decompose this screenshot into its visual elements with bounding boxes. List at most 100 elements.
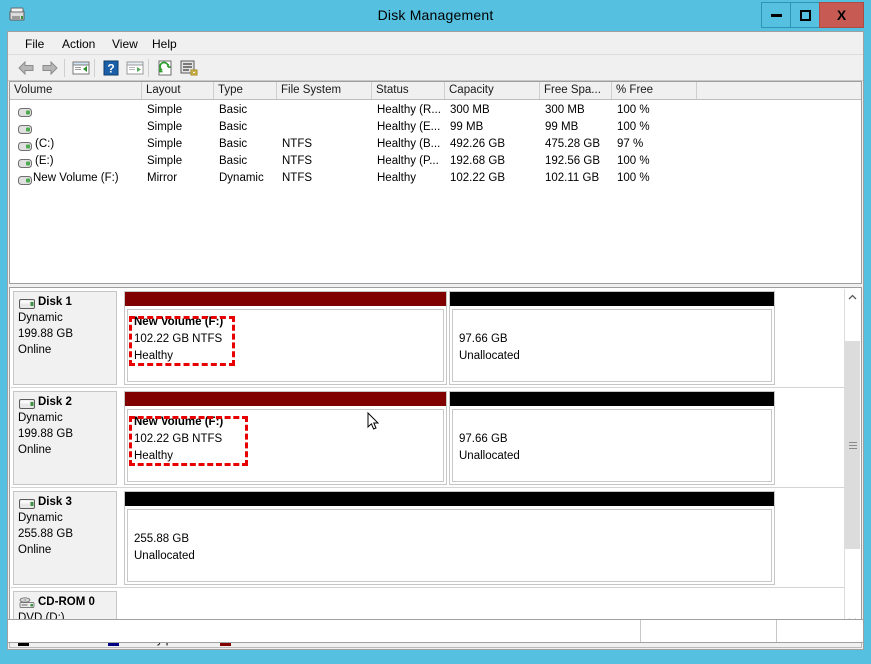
scrollbar-thumb[interactable] [845, 341, 860, 549]
maximize-button[interactable] [790, 2, 820, 28]
disk-state: Online [18, 444, 51, 456]
disk-icon [19, 298, 35, 308]
disk-state: Online [18, 344, 51, 356]
minimize-button[interactable] [761, 2, 791, 28]
toolbar-separator [94, 59, 95, 77]
maximize-icon [800, 10, 811, 21]
cell-volume: (C:) [35, 136, 54, 153]
column-header-freespace[interactable]: Free Spa... [540, 82, 612, 99]
cell-type: Basic [219, 119, 247, 136]
status-pane-second [641, 620, 777, 642]
cell-status: Healthy (R... [377, 102, 441, 119]
volume-icon [18, 140, 32, 149]
menu-item-file[interactable]: File [20, 36, 49, 52]
column-header-pctfree[interactable]: % Free [612, 82, 697, 99]
column-header-status[interactable]: Status [372, 82, 445, 99]
cdrom-name: CD-ROM 0 [38, 596, 95, 608]
back-icon[interactable] [16, 58, 38, 78]
partition-title: New Volume (F:) [134, 416, 223, 428]
partition-status: Unallocated [459, 350, 520, 362]
table-row[interactable]: Simple Basic Healthy (R... 300 MB 300 MB… [10, 102, 861, 119]
partition-disk2-newvolume[interactable]: New Volume (F:) 102.22 GB NTFS Healthy [124, 391, 447, 485]
volume-icon [18, 123, 32, 132]
disk-size: 199.88 GB [18, 428, 73, 440]
partition-disk1-unallocated[interactable]: 97.66 GB Unallocated [449, 291, 775, 385]
cell-capacity: 102.22 GB [450, 170, 505, 187]
graphical-view-scrollbar[interactable] [844, 289, 860, 629]
partition-size: 97.66 GB [459, 333, 508, 345]
title-bar: Disk Management X [0, 0, 871, 31]
partition-status: Healthy [134, 450, 173, 462]
partition-size: 102.22 GB NTFS [134, 333, 222, 345]
cell-filesystem: NTFS [282, 136, 312, 153]
cell-filesystem: NTFS [282, 153, 312, 170]
cell-layout: Simple [147, 136, 182, 153]
table-row[interactable]: (E:) Simple Basic NTFS Healthy (P... 192… [10, 153, 861, 170]
volume-icon [18, 174, 32, 183]
disk-info-disk-2: Disk 2 Dynamic 199.88 GB Online [13, 391, 117, 485]
rescan-disks-icon[interactable] [178, 58, 200, 78]
partition-size: 102.22 GB NTFS [134, 433, 222, 445]
help-icon[interactable]: ? [100, 58, 122, 78]
forward-icon[interactable] [38, 58, 60, 78]
volume-icon [18, 106, 32, 115]
cell-status: Healthy [377, 170, 416, 187]
client-area: File Action View Help [7, 31, 864, 650]
window-controls: X [762, 2, 864, 28]
table-row[interactable]: New Volume (F:) Mirror Dynamic NTFS Heal… [10, 170, 861, 187]
cell-status: Healthy (B... [377, 136, 440, 153]
cell-capacity: 99 MB [450, 119, 483, 136]
cell-freespace: 99 MB [545, 119, 578, 136]
refresh-icon[interactable] [154, 58, 176, 78]
partition-bar-unallocated [450, 392, 774, 406]
toolbar-separator [148, 59, 149, 77]
minimize-icon [771, 14, 782, 17]
volume-list: Volume Layout Type File System Status Ca… [9, 81, 862, 284]
table-row[interactable]: Simple Basic Healthy (E... 99 MB 99 MB 1… [10, 119, 861, 136]
disk-row-disk-3[interactable]: Disk 3 Dynamic 255.88 GB Online 255.88 G… [11, 489, 844, 588]
cell-pctfree: 97 % [617, 136, 643, 153]
disk-row-disk-2[interactable]: Disk 2 Dynamic 199.88 GB Online New Volu… [11, 389, 844, 488]
disk-info-disk-3: Disk 3 Dynamic 255.88 GB Online [13, 491, 117, 585]
column-header-capacity[interactable]: Capacity [445, 82, 540, 99]
partition-disk1-newvolume[interactable]: New Volume (F:) 102.22 GB NTFS Healthy [124, 291, 447, 385]
cell-capacity: 192.68 GB [450, 153, 505, 170]
scroll-up-button[interactable] [845, 289, 860, 306]
column-header-filesystem[interactable]: File System [277, 82, 372, 99]
disk-size: 199.88 GB [18, 328, 73, 340]
partition-body: New Volume (F:) 102.22 GB NTFS Healthy [127, 409, 444, 482]
status-bar [7, 619, 864, 643]
cell-volume: (E:) [35, 153, 54, 170]
partition-body: 97.66 GB Unallocated [452, 309, 772, 382]
column-header-layout[interactable]: Layout [142, 82, 214, 99]
partition-size: 97.66 GB [459, 433, 508, 445]
partition-size: 255.88 GB [134, 533, 189, 545]
partition-title: New Volume (F:) [134, 316, 223, 328]
show-hide-console-tree-icon[interactable] [124, 58, 146, 78]
disk-type: Dynamic [18, 312, 63, 324]
partition-body: New Volume (F:) 102.22 GB NTFS Healthy [127, 309, 444, 382]
menu-item-help[interactable]: Help [147, 36, 182, 52]
column-header-type[interactable]: Type [214, 82, 277, 99]
close-button[interactable]: X [819, 2, 864, 28]
disk-info-disk-1: Disk 1 Dynamic 199.88 GB Online [13, 291, 117, 385]
cell-freespace: 300 MB [545, 102, 585, 119]
disk-type: Dynamic [18, 512, 63, 524]
menu-item-view[interactable]: View [107, 36, 143, 52]
partition-status: Healthy [134, 350, 173, 362]
partition-disk2-unallocated[interactable]: 97.66 GB Unallocated [449, 391, 775, 485]
partition-disk3-unallocated[interactable]: 255.88 GB Unallocated [124, 491, 775, 585]
up-one-level-icon[interactable] [70, 58, 92, 78]
svg-text:?: ? [107, 62, 114, 76]
table-row[interactable]: (C:) Simple Basic NTFS Healthy (B... 492… [10, 136, 861, 153]
volume-icon [18, 157, 32, 166]
menu-item-action[interactable]: Action [57, 36, 100, 52]
column-header-filler [697, 82, 861, 99]
disk-management-window: Disk Management X File Action View Help [0, 0, 871, 664]
disk-row-disk-1[interactable]: Disk 1 Dynamic 199.88 GB Online New Volu… [11, 289, 844, 388]
graphical-view: Disk 1 Dynamic 199.88 GB Online New Volu… [9, 287, 862, 629]
column-header-volume[interactable]: Volume [10, 82, 142, 99]
menu-bar: File Action View Help [8, 32, 863, 55]
status-pane-main [8, 620, 641, 642]
cell-pctfree: 100 % [617, 102, 650, 119]
